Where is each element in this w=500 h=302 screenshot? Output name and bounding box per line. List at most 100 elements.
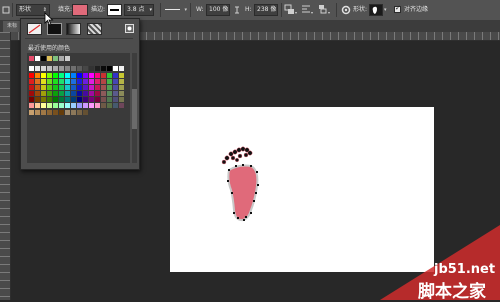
color-swatch[interactable] xyxy=(47,97,52,102)
color-swatch[interactable] xyxy=(113,91,118,96)
color-swatch[interactable] xyxy=(107,79,112,84)
recent-color-swatch[interactable] xyxy=(53,56,58,61)
stroke-color-swatch[interactable] xyxy=(107,4,122,16)
gray-swatch[interactable] xyxy=(59,66,64,71)
color-swatch[interactable] xyxy=(77,97,82,102)
color-swatch[interactable] xyxy=(65,85,70,90)
align-edges-checkbox[interactable]: ✓ xyxy=(394,4,401,13)
color-swatch[interactable] xyxy=(89,79,94,84)
color-swatch[interactable] xyxy=(71,91,76,96)
color-swatch[interactable] xyxy=(95,97,100,102)
color-swatch[interactable] xyxy=(41,97,46,102)
color-swatch[interactable] xyxy=(77,91,82,96)
gray-swatch[interactable] xyxy=(65,66,70,71)
color-swatch[interactable] xyxy=(119,97,124,102)
color-swatch[interactable] xyxy=(29,73,34,78)
brown-swatch[interactable] xyxy=(83,110,88,115)
color-swatch[interactable] xyxy=(95,73,100,78)
color-swatch[interactable] xyxy=(83,103,88,108)
recent-color-swatch[interactable] xyxy=(59,56,64,61)
color-swatch[interactable] xyxy=(101,97,106,102)
color-swatch[interactable] xyxy=(107,85,112,90)
color-swatch[interactable] xyxy=(89,103,94,108)
color-swatch[interactable] xyxy=(101,73,106,78)
color-swatch[interactable] xyxy=(35,97,40,102)
color-swatch[interactable] xyxy=(77,103,82,108)
color-swatch[interactable] xyxy=(59,79,64,84)
gray-swatch[interactable] xyxy=(41,66,46,71)
color-swatch[interactable] xyxy=(95,79,100,84)
color-swatch[interactable] xyxy=(47,85,52,90)
recent-color-swatch[interactable] xyxy=(65,56,70,61)
color-swatch[interactable] xyxy=(101,85,106,90)
color-swatch[interactable] xyxy=(89,91,94,96)
color-swatch[interactable] xyxy=(41,79,46,84)
color-swatch[interactable] xyxy=(53,103,58,108)
gray-swatch[interactable] xyxy=(89,66,94,71)
color-swatch[interactable] xyxy=(59,73,64,78)
color-swatch[interactable] xyxy=(89,73,94,78)
footprint-shape[interactable] xyxy=(215,140,265,230)
color-swatch[interactable] xyxy=(59,91,64,96)
color-swatch[interactable] xyxy=(101,79,106,84)
color-swatch[interactable] xyxy=(47,73,52,78)
gear-icon[interactable] xyxy=(340,4,352,16)
color-swatch[interactable] xyxy=(53,73,58,78)
color-swatch[interactable] xyxy=(53,79,58,84)
color-swatch[interactable] xyxy=(119,73,124,78)
color-swatch[interactable] xyxy=(71,97,76,102)
color-swatch[interactable] xyxy=(41,85,46,90)
color-swatch[interactable] xyxy=(35,85,40,90)
color-swatch[interactable] xyxy=(113,103,118,108)
color-swatch[interactable] xyxy=(35,73,40,78)
brown-swatch[interactable] xyxy=(47,110,52,115)
gray-swatch[interactable] xyxy=(95,66,100,71)
gray-swatch[interactable] xyxy=(77,66,82,71)
color-swatch[interactable] xyxy=(107,97,112,102)
vertical-ruler[interactable] xyxy=(0,32,11,300)
gray-swatch[interactable] xyxy=(107,66,112,71)
gray-swatch[interactable] xyxy=(101,66,106,71)
color-swatch[interactable] xyxy=(35,103,40,108)
color-swatch[interactable] xyxy=(71,85,76,90)
color-swatch[interactable] xyxy=(53,85,58,90)
gray-swatch[interactable] xyxy=(71,66,76,71)
brown-swatch[interactable] xyxy=(71,110,76,115)
tool-preset-icon[interactable] xyxy=(2,5,10,15)
color-swatch[interactable] xyxy=(119,103,124,108)
gray-swatch[interactable] xyxy=(113,66,118,71)
brown-swatch[interactable] xyxy=(77,110,82,115)
stroke-type-dropdown[interactable]: ▾ xyxy=(165,4,187,16)
color-swatch[interactable] xyxy=(77,79,82,84)
color-swatch[interactable] xyxy=(107,91,112,96)
recent-color-swatch[interactable] xyxy=(29,56,34,61)
color-swatch[interactable] xyxy=(35,91,40,96)
gray-swatch[interactable] xyxy=(83,66,88,71)
color-swatch[interactable] xyxy=(35,79,40,84)
color-swatch[interactable] xyxy=(65,79,70,84)
color-swatch[interactable] xyxy=(113,85,118,90)
gray-swatch[interactable] xyxy=(29,66,34,71)
color-swatch[interactable] xyxy=(95,85,100,90)
swatch-scrollbar-thumb[interactable] xyxy=(132,89,137,129)
color-swatch[interactable] xyxy=(53,91,58,96)
color-swatch[interactable] xyxy=(29,85,34,90)
pattern-button[interactable] xyxy=(87,23,102,35)
custom-shape-picker[interactable] xyxy=(369,4,383,16)
brown-swatch[interactable] xyxy=(59,110,64,115)
color-swatch[interactable] xyxy=(89,85,94,90)
gray-swatch[interactable] xyxy=(35,66,40,71)
color-swatch[interactable] xyxy=(83,73,88,78)
color-swatch[interactable] xyxy=(65,103,70,108)
color-swatch[interactable] xyxy=(65,97,70,102)
color-swatch[interactable] xyxy=(77,73,82,78)
height-field[interactable]: 238 像 xyxy=(254,4,278,16)
color-swatch[interactable] xyxy=(113,97,118,102)
color-swatch[interactable] xyxy=(41,91,46,96)
color-swatch[interactable] xyxy=(29,103,34,108)
color-swatch[interactable] xyxy=(59,97,64,102)
color-picker-icon[interactable] xyxy=(125,24,134,33)
path-operations-icon[interactable]: ▾ xyxy=(284,4,298,16)
color-swatch[interactable] xyxy=(53,97,58,102)
color-swatch[interactable] xyxy=(71,73,76,78)
